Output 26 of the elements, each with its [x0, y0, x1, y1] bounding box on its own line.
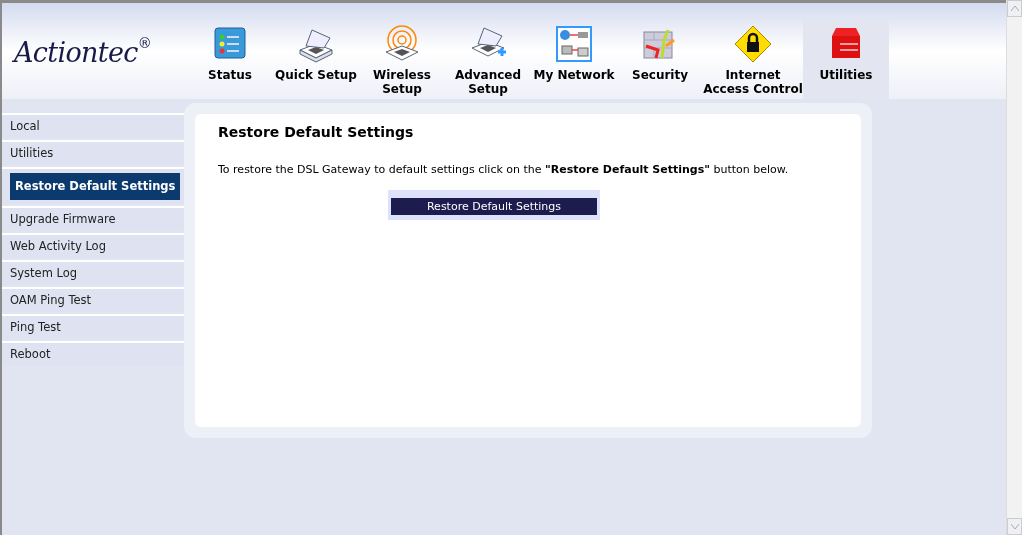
sidebar-item[interactable]: Restore Default Settings — [10, 172, 181, 201]
nav-tab[interactable]: Utilities — [803, 20, 889, 99]
nav-tab[interactable]: Security — [617, 20, 703, 99]
sidebar-item[interactable]: OAM Ping Test — [2, 291, 92, 310]
logo: Actiontec® — [14, 33, 152, 70]
sidebar-item[interactable]: Ping Test — [2, 318, 61, 337]
sidebar-item[interactable]: System Log — [2, 264, 78, 283]
sidebar-item[interactable]: Reboot — [2, 345, 51, 364]
nav-tab[interactable]: Wireless Setup — [359, 20, 445, 99]
scroll-up-icon[interactable] — [1007, 0, 1022, 17]
sidebar-item[interactable]: Local — [2, 117, 40, 136]
nav-tab[interactable]: Advanced Setup — [445, 20, 531, 99]
scrollbar[interactable] — [1006, 0, 1022, 535]
sidebar-item[interactable]: Utilities — [2, 144, 54, 163]
scroll-down-icon[interactable] — [1007, 518, 1022, 535]
restore-button[interactable]: Restore Default Settings — [391, 198, 597, 215]
nav-tab[interactable]: Internet Access Control — [703, 20, 803, 99]
sidebar-item[interactable]: Web Activity Log — [2, 237, 106, 256]
page-title: Restore Default Settings — [218, 123, 415, 142]
nav-tab[interactable]: Status — [187, 20, 273, 99]
sidebar-item[interactable]: Upgrade Firmware — [2, 210, 116, 229]
nav-tab[interactable]: My Network — [531, 20, 617, 99]
padlock-sign-icon — [733, 24, 773, 64]
network-diagram-icon — [554, 24, 594, 64]
instructions-text: To restore the DSL Gateway to default settings click on the "Restore Default Settings" button below. — [218, 162, 790, 178]
nav-tab[interactable]: Quick Setup — [273, 20, 359, 99]
